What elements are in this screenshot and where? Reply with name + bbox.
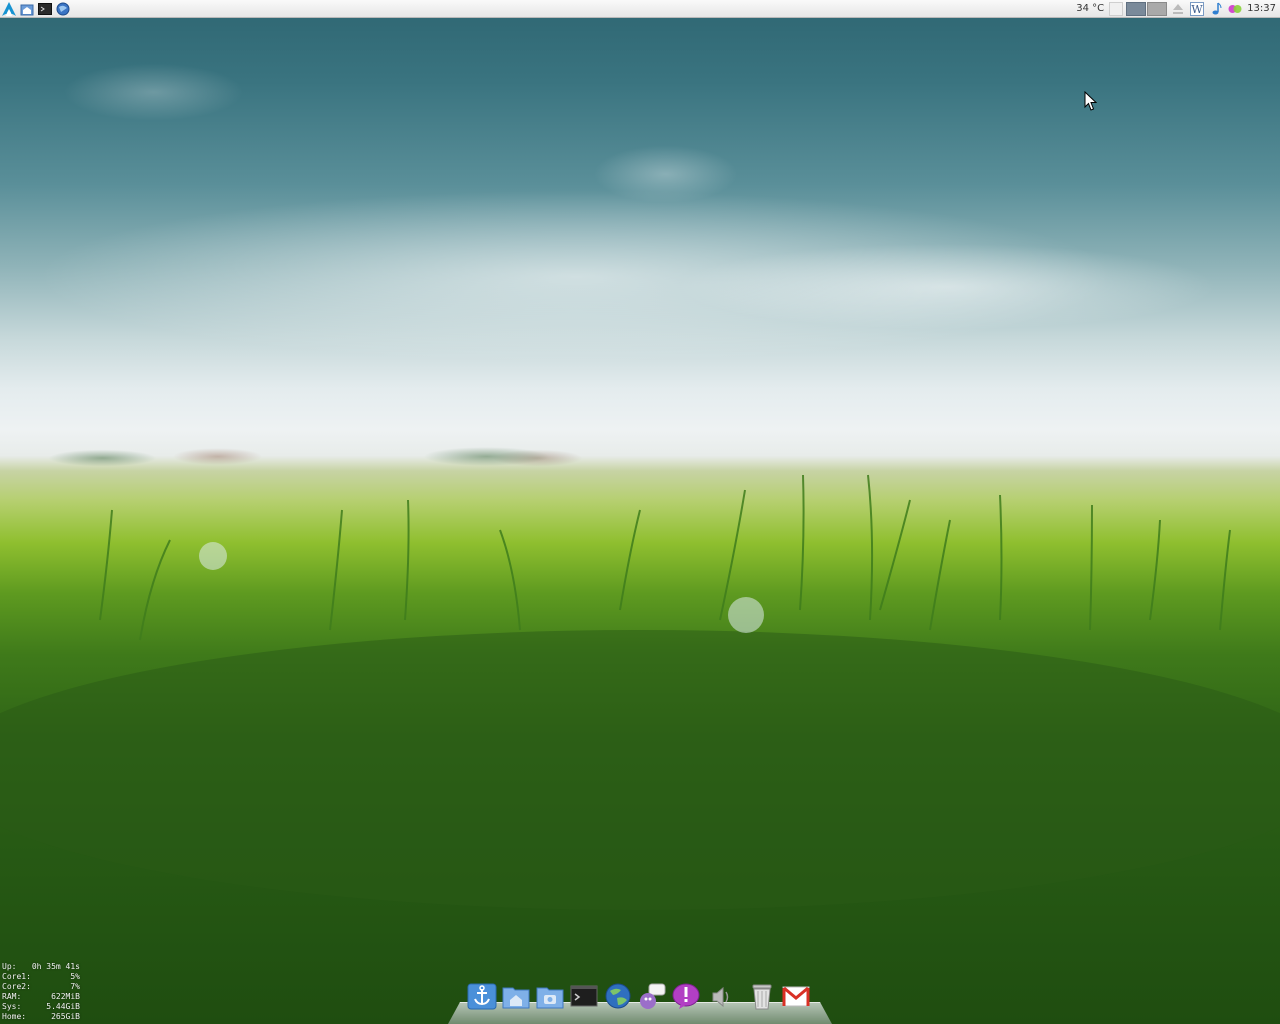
system-monitor-label: Core2: [2,982,31,991]
volume-icon[interactable] [704,980,736,1012]
system-monitor-value: 265GiB [51,1012,80,1021]
system-monitor-label: Core1: [2,972,31,981]
panel-tray: 34 °C W 13:37 [1076,0,1280,18]
system-monitor-label: RAM: [2,992,22,1001]
system-monitor-row: Core2: 7% [2,982,80,992]
system-monitor-value: 622MiB [51,992,80,1001]
web-browser-icon[interactable] [602,980,634,1012]
notification-icon[interactable] [670,980,702,1012]
system-monitor-label: Home: [2,1012,27,1021]
system-monitor-label: Sys: [2,1002,22,1011]
workspace-2[interactable] [1147,1,1168,16]
terminal-icon[interactable] [568,980,600,1012]
system-monitor-value: 0h 35m 41s [31,962,80,971]
chat-client-icon[interactable] [636,980,668,1012]
system-monitor-row: Core1: 5% [2,972,80,982]
home-folder-icon[interactable] [500,980,532,1012]
dock [466,978,812,1012]
mouse-cursor-icon [1084,91,1097,111]
workspace-pager[interactable] [1126,1,1168,16]
arch-menu-icon[interactable] [1,1,17,17]
pictures-folder-icon[interactable] [534,980,566,1012]
tray-empty-slot[interactable] [1109,1,1124,16]
pidgin-status-icon[interactable] [1227,1,1243,17]
system-monitor-label: Up: [2,962,17,971]
system-monitor-row: RAM: 622MiB [2,992,80,1002]
top-panel: 34 °C W 13:37 [0,0,1280,18]
system-monitor-value: 5% [70,972,80,981]
system-monitor-value: 5.44GiB [46,1002,80,1011]
anchor-icon[interactable] [466,980,498,1012]
gmail-icon[interactable] [780,980,812,1012]
svg-text:W: W [1192,3,1204,16]
workspace-1[interactable] [1126,1,1147,16]
system-monitor-row: Home: 265GiB [2,1012,80,1022]
music-note-icon[interactable] [1208,1,1224,17]
panel-launchers [0,0,71,18]
temperature-readout: 34 °C [1076,3,1105,14]
dock-separator [738,980,744,1012]
wallpaper-grass [0,474,1280,910]
wallpaper-horizon [0,440,1280,470]
clock[interactable]: 13:37 [1247,3,1276,14]
trash-icon[interactable] [746,980,778,1012]
system-monitor-row: Up: 0h 35m 41s [2,962,80,972]
system-monitor-row: Sys: 5.44GiB [2,1002,80,1012]
terminal-icon[interactable] [37,1,53,17]
system-monitor: Up: 0h 35m 41s Core1: 5% Core2: 7% RAM: 622MiB S… [2,962,80,1022]
home-folder-icon[interactable] [19,1,35,17]
browser-icon[interactable] [55,1,71,17]
eject-icon[interactable] [1170,1,1186,17]
system-monitor-value: 7% [70,982,80,991]
wikipedia-icon[interactable]: W [1189,1,1205,17]
